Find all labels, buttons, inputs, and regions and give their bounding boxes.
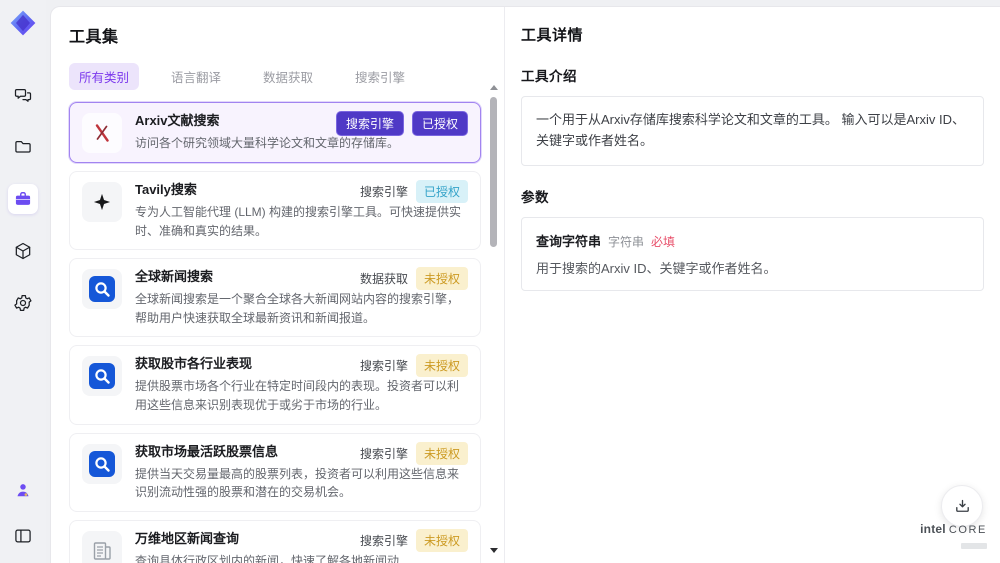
- tab-all-categories[interactable]: 所有类别: [69, 63, 140, 90]
- cube-icon: [15, 242, 31, 260]
- tool-list-panel: 工具集 所有类别 语言翻译 数据获取 搜索引擎 Arxiv文献搜索 搜索引擎 已…: [51, 7, 504, 563]
- tab-language-translation[interactable]: 语言翻译: [161, 63, 231, 90]
- category-label: 搜索引擎: [359, 533, 408, 548]
- download-button[interactable]: [941, 485, 983, 527]
- tool-card-tavily[interactable]: Tavily搜索 搜索引擎 已授权 专为人工智能代理 (LLM) 构建的搜索引擎…: [69, 171, 481, 251]
- category-badge: 搜索引擎: [335, 111, 404, 136]
- tool-list: Arxiv文献搜索 搜索引擎 已授权 访问各个研究领域大量科学论文和文章的存储库…: [69, 102, 481, 563]
- category-label: 搜索引擎: [359, 446, 408, 461]
- param-description: 用于搜索的Arxiv ID、关键字或作者姓名。: [536, 260, 777, 276]
- sidebar-item-models[interactable]: [8, 236, 38, 266]
- tool-card-regional-news[interactable]: 万维地区新闻查询 搜索引擎 未授权 查询具体行政区划内的新闻，快速了解各地新闻动: [69, 519, 481, 563]
- folder-icon: [15, 140, 31, 153]
- category-label: 数据获取: [359, 272, 408, 287]
- tool-description: 专为人工智能代理 (LLM) 构建的搜索引擎工具。可快速提供实时、准确和真实的结…: [135, 205, 462, 238]
- scrollbar-down-arrow[interactable]: [490, 548, 498, 553]
- stock-search-icon: [82, 443, 122, 484]
- intro-text: 一个用于从Arxiv存储库搜索科学论文和文章的工具。 输入可以是Arxiv ID…: [536, 112, 966, 148]
- params-heading: 参数: [521, 189, 549, 205]
- gear-icon: [14, 295, 32, 311]
- newspaper-icon: [82, 530, 122, 563]
- intel-core-logo: intel CORE: [920, 523, 987, 554]
- stock-search-icon: [82, 356, 122, 397]
- tool-description: 查询具体行政区划内的新闻，快速了解各地新闻动: [135, 553, 400, 563]
- auth-status-badge: 已授权: [415, 180, 468, 203]
- brand-intel: intel: [920, 522, 946, 537]
- tool-card-global-news[interactable]: 全球新闻搜索 数据获取 未授权 全球新闻搜索是一个聚合全球各大新闻网站内容的搜索…: [69, 258, 481, 338]
- tool-description: 访问各个研究领域大量科学论文和文章的存储库。: [135, 136, 400, 150]
- param-box: 查询字符串 字符串 必填 用于搜索的Arxiv ID、关键字或作者姓名。: [521, 216, 984, 291]
- app-logo-icon: [8, 8, 38, 38]
- param-type: 字符串: [608, 234, 645, 249]
- tool-description: 全球新闻搜索是一个聚合全球各大新闻网站内容的搜索引擎，帮助用户快速获取全球最新资…: [135, 292, 460, 325]
- intro-box: 一个用于从Arxiv存储库搜索科学论文和文章的工具。 输入可以是Arxiv ID…: [521, 96, 984, 166]
- chat-icon: [14, 88, 32, 102]
- tool-description: 提供股票市场各个行业在特定时间段内的表现。投资者可以利用这些信息来识别表现优于或…: [135, 379, 460, 412]
- tool-card-stock-industry[interactable]: 获取股市各行业表现 搜索引擎 未授权 提供股票市场各个行业在特定时间段内的表现。…: [69, 345, 481, 425]
- category-label: 搜索引擎: [359, 359, 408, 374]
- scrollbar-up-arrow[interactable]: [490, 85, 498, 90]
- param-required-flag: 必填: [651, 234, 676, 249]
- user-icon: [17, 484, 29, 497]
- auth-status-badge: 已授权: [411, 111, 468, 136]
- auth-status-badge: 未授权: [415, 441, 468, 465]
- scrollbar-thumb[interactable]: [490, 97, 497, 247]
- arxiv-icon: [82, 113, 122, 153]
- auth-status-badge: 未授权: [415, 267, 468, 291]
- tavily-star-icon: [82, 182, 122, 222]
- sidebar-item-chat[interactable]: [8, 80, 38, 110]
- tab-search-engine[interactable]: 搜索引擎: [345, 63, 415, 90]
- briefcase-icon: [15, 192, 31, 205]
- tool-card-active-stocks[interactable]: 获取市场最活跃股票信息 搜索引擎 未授权 提供当天交易量最高的股票列表，投资者可…: [69, 432, 481, 512]
- main-panel: 工具集 所有类别 语言翻译 数据获取 搜索引擎 Arxiv文献搜索 搜索引擎 已…: [50, 6, 1000, 563]
- tool-description: 提供当天交易量最高的股票列表，投资者可以利用这些信息来识别流动性强的股票和潜在的…: [135, 466, 460, 500]
- download-icon: [955, 499, 969, 512]
- sidebar-item-account[interactable]: [8, 475, 38, 505]
- category-tabs: 所有类别 语言翻译 数据获取 搜索引擎: [69, 63, 504, 90]
- sidebar-item-collapse[interactable]: [8, 521, 38, 551]
- news-search-icon: [82, 269, 122, 310]
- auth-status-badge: 未授权: [415, 528, 468, 552]
- panel-toggle-icon: [15, 529, 31, 543]
- app-sidebar: [0, 0, 46, 563]
- sidebar-item-settings[interactable]: [8, 288, 38, 318]
- tab-data-acquisition[interactable]: 数据获取: [253, 63, 323, 90]
- param-name: 查询字符串: [536, 233, 602, 249]
- detail-title: 工具详情: [521, 27, 584, 44]
- tool-detail-panel: 工具详情 工具介绍 一个用于从Arxiv存储库搜索科学论文和文章的工具。 输入可…: [505, 7, 1000, 563]
- page-title: 工具集: [69, 29, 119, 46]
- category-label: 搜索引擎: [359, 185, 408, 199]
- sidebar-nav: [8, 80, 38, 318]
- brand-core: CORE: [948, 524, 987, 537]
- auth-status-badge: 未授权: [415, 354, 468, 378]
- sidebar-item-files[interactable]: [8, 132, 38, 162]
- tool-card-arxiv[interactable]: Arxiv文献搜索 搜索引擎 已授权 访问各个研究领域大量科学论文和文章的存储库…: [69, 102, 481, 163]
- scrollbar[interactable]: [489, 85, 498, 553]
- brand-sub-mark: [961, 543, 987, 550]
- sidebar-item-tools[interactable]: [8, 184, 38, 214]
- intro-heading: 工具介绍: [521, 69, 577, 84]
- sidebar-bottom: [8, 475, 38, 551]
